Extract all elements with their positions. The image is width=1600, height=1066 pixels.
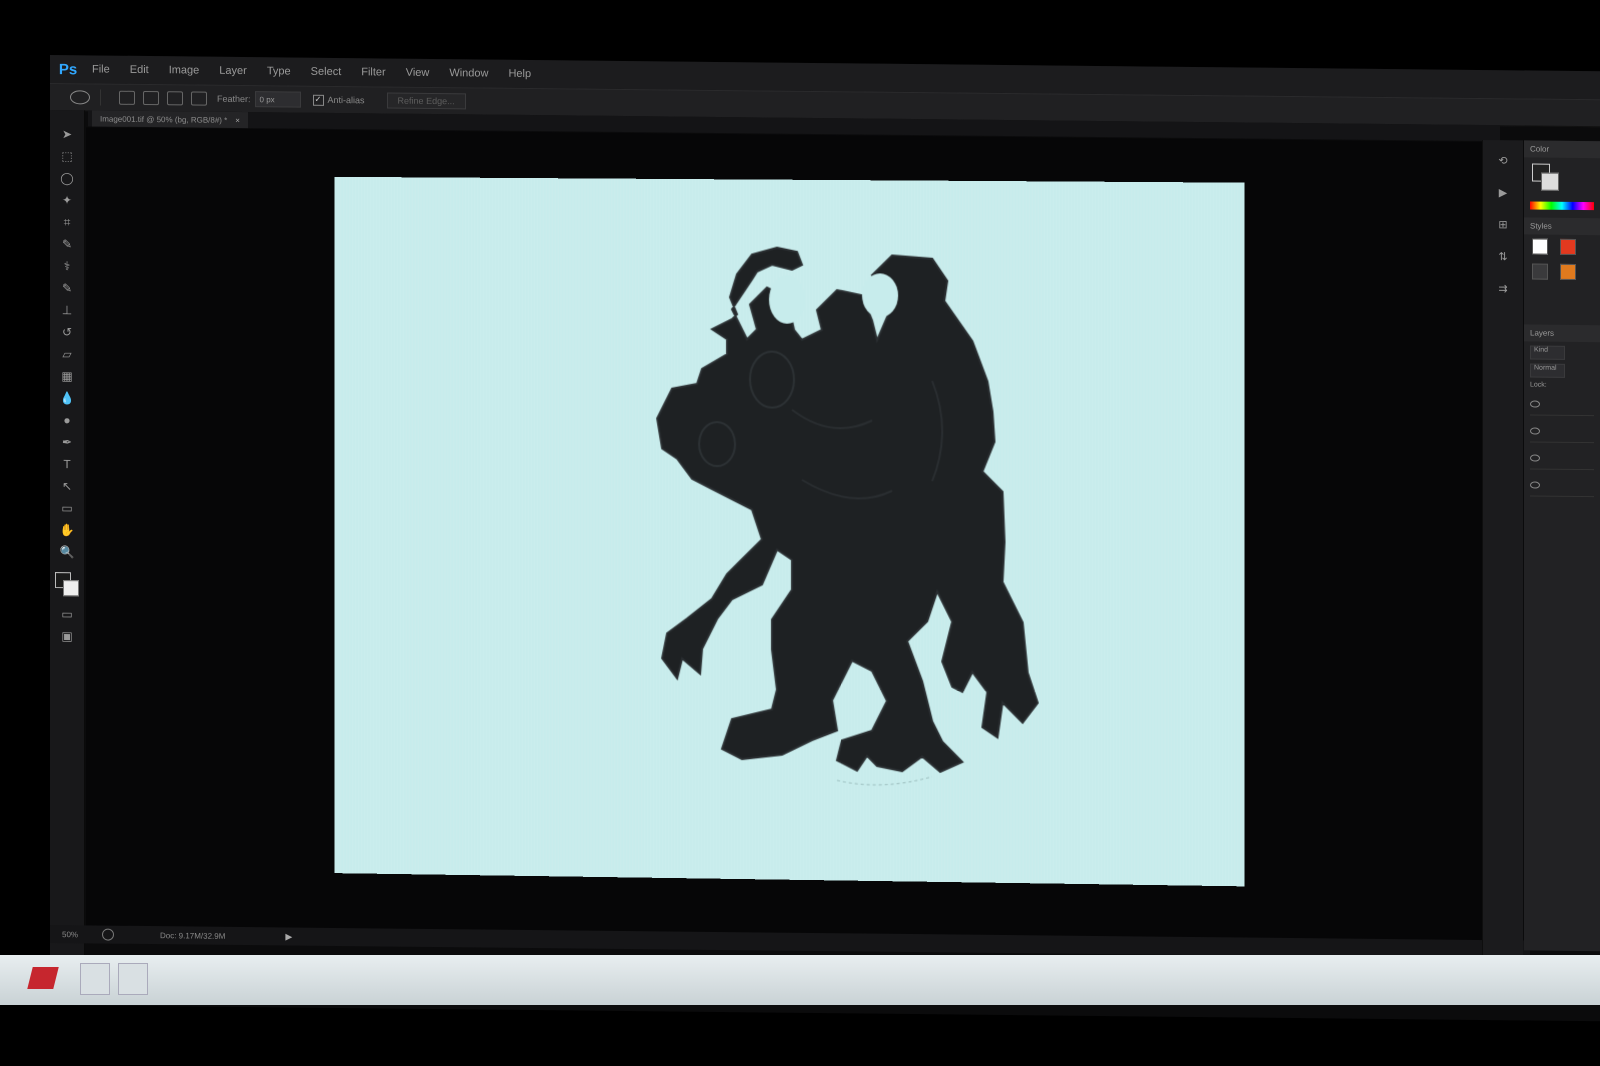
- menu-image[interactable]: Image: [169, 64, 200, 76]
- taskbar: [0, 955, 1600, 1005]
- dodge-icon[interactable]: ●: [59, 412, 75, 428]
- style-swatch-orange[interactable]: [1560, 263, 1577, 280]
- refine-edge-button[interactable]: Refine Edge...: [386, 92, 466, 110]
- antialias-checkbox[interactable]: ✓: [312, 94, 324, 106]
- blur-icon[interactable]: 💧: [59, 390, 75, 406]
- pen-icon[interactable]: ✒: [59, 434, 75, 450]
- document-canvas[interactable]: [334, 176, 1245, 887]
- zoom-level[interactable]: 50%: [62, 930, 92, 939]
- ear-hole-right: [862, 273, 899, 318]
- eye-icon[interactable]: [1530, 453, 1540, 462]
- align-icon[interactable]: ⇉: [1495, 282, 1511, 296]
- tools-panel: ➤ ⬚ ◯ ✦ ⌗ ✎ ⚕ ✎ ⊥ ↺ ▱ ▦ 💧 ● ✒ T ↖ ▭ ✋ 🔍 …: [50, 110, 85, 957]
- intersect-selection-icon[interactable]: [191, 91, 207, 106]
- menu-view[interactable]: View: [406, 67, 430, 79]
- style-swatch-dark[interactable]: [1532, 263, 1548, 280]
- menu-filter[interactable]: Filter: [361, 66, 385, 78]
- healing-icon[interactable]: ⚕: [59, 258, 75, 274]
- actions-icon[interactable]: ▶: [1495, 186, 1511, 200]
- blend-mode-select[interactable]: Normal: [1530, 363, 1565, 378]
- ear-hole-left: [769, 275, 805, 324]
- brush-icon[interactable]: ✎: [59, 280, 75, 296]
- properties-icon[interactable]: ⊞: [1495, 218, 1511, 232]
- menu-type[interactable]: Type: [267, 65, 291, 77]
- status-menu-arrow-icon[interactable]: ▶: [285, 931, 292, 942]
- background-color-swatch[interactable]: [63, 580, 79, 597]
- lasso-icon[interactable]: ◯: [59, 170, 75, 186]
- document-tab-title: Image001.tif @ 50% (bg, RGB/8#) *: [100, 114, 228, 125]
- eye-icon[interactable]: [1530, 426, 1540, 435]
- layer-row[interactable]: [1530, 392, 1594, 417]
- history-icon[interactable]: ⟲: [1495, 154, 1511, 168]
- color-spectrum[interactable]: [1530, 201, 1594, 211]
- shape-icon[interactable]: ▭: [59, 500, 75, 516]
- zoom-icon[interactable]: 🔍: [59, 544, 75, 560]
- menu-file[interactable]: File: [92, 63, 110, 75]
- lasso-tool-preset-icon[interactable]: [70, 90, 90, 105]
- marquee-icon[interactable]: ⬚: [59, 148, 75, 164]
- path-select-icon[interactable]: ↖: [59, 478, 75, 494]
- move-icon[interactable]: ➤: [59, 126, 75, 142]
- feather-input[interactable]: 0 px: [254, 91, 301, 108]
- color-panel-tab[interactable]: Color: [1524, 140, 1600, 159]
- eyedropper-icon[interactable]: ✎: [59, 236, 75, 252]
- taskbar-app-item[interactable]: [118, 963, 148, 995]
- layer-row[interactable]: [1530, 446, 1594, 471]
- document-tab[interactable]: Image001.tif @ 50% (bg, RGB/8#) * ×: [92, 110, 248, 129]
- status-info-icon[interactable]: [102, 928, 114, 941]
- menu-help[interactable]: Help: [508, 68, 531, 80]
- taskbar-app-item[interactable]: [80, 963, 110, 995]
- hand-icon[interactable]: ✋: [59, 522, 75, 538]
- subtract-selection-icon[interactable]: [167, 91, 183, 106]
- quick-select-icon[interactable]: ✦: [59, 192, 75, 208]
- adjust-icon[interactable]: ⇅: [1495, 250, 1511, 264]
- document-size: Doc: 9.17M/32.9M: [160, 930, 226, 941]
- close-icon[interactable]: ×: [235, 115, 240, 124]
- gradient-icon[interactable]: ▦: [59, 368, 75, 384]
- eye-icon[interactable]: [1530, 399, 1540, 408]
- panel-background-swatch[interactable]: [1541, 172, 1559, 191]
- new-selection-icon[interactable]: [119, 90, 135, 105]
- antialias-label: Anti-alias: [327, 94, 365, 106]
- lock-label: Lock:: [1530, 381, 1547, 389]
- stamp-icon[interactable]: ⊥: [59, 302, 75, 318]
- panel-dock: ⟲ ▶ ⊞ ⇅ ⇉: [1482, 139, 1523, 965]
- add-selection-icon[interactable]: [143, 90, 159, 106]
- eye-icon[interactable]: [1530, 480, 1540, 489]
- panel-spacer: [1524, 284, 1600, 325]
- style-swatch-red[interactable]: [1560, 238, 1577, 255]
- selection-outline: [837, 775, 932, 785]
- right-panels: Color Styles Layers Kind Normal Lock:: [1524, 140, 1600, 952]
- canvas-area: [86, 127, 1486, 943]
- color-swatches[interactable]: [55, 572, 79, 597]
- eraser-icon[interactable]: ▱: [59, 346, 75, 362]
- photoshop-window: Ps File Edit Image Layer Type Select Fil…: [50, 55, 1600, 1022]
- options-divider: [100, 89, 101, 106]
- menu-edit[interactable]: Edit: [130, 64, 149, 76]
- layer-row[interactable]: [1530, 419, 1594, 444]
- type-icon[interactable]: T: [59, 456, 75, 472]
- feather-label: Feather:: [217, 93, 251, 105]
- photoshop-logo-icon: Ps: [58, 60, 78, 78]
- crop-icon[interactable]: ⌗: [59, 214, 75, 230]
- style-swatch-none[interactable]: [1532, 238, 1548, 255]
- start-button[interactable]: [27, 967, 59, 989]
- styles-panel-tab[interactable]: Styles: [1524, 217, 1600, 236]
- quick-mask-icon[interactable]: ▭: [59, 606, 75, 622]
- menu-select[interactable]: Select: [311, 66, 342, 78]
- screen-mode-icon[interactable]: ▣: [59, 628, 75, 644]
- menu-layer[interactable]: Layer: [219, 65, 247, 77]
- history-brush-icon[interactable]: ↺: [59, 324, 75, 340]
- creature-silhouette: [334, 177, 1244, 887]
- menu-window[interactable]: Window: [449, 67, 488, 79]
- panel-color-swatches[interactable]: [1532, 163, 1562, 194]
- layer-kind-filter[interactable]: Kind: [1530, 345, 1565, 360]
- layer-row[interactable]: [1530, 473, 1594, 498]
- layers-panel-tab[interactable]: Layers: [1524, 324, 1600, 343]
